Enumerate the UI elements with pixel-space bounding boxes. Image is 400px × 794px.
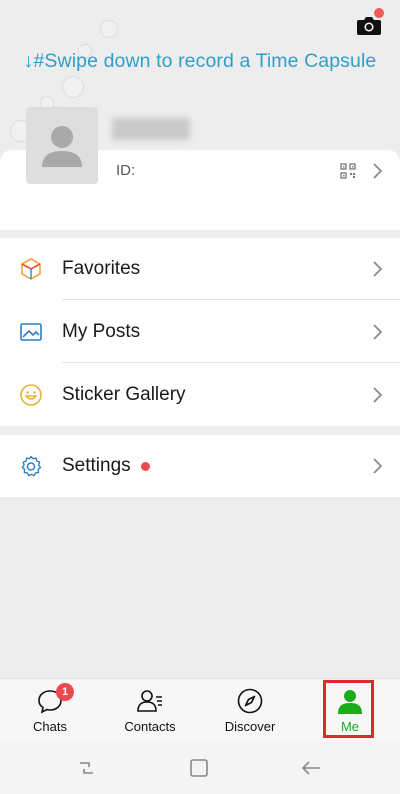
back-arrow-icon[interactable]: [300, 757, 322, 779]
default-avatar-icon: [42, 126, 82, 167]
swipe-hint-text[interactable]: ↓#Swipe down to record a Time Capsule: [0, 50, 400, 73]
cube-icon: [21, 258, 41, 280]
qr-code-icon[interactable]: [340, 163, 356, 179]
chevron-right-icon: [373, 261, 383, 277]
tab-discover[interactable]: Discover: [210, 679, 290, 743]
tab-label: Chats: [33, 719, 67, 734]
compass-icon: [237, 688, 263, 714]
notification-dot: [141, 462, 150, 471]
menu-item-label: Settings: [62, 455, 131, 476]
divider: [62, 362, 400, 363]
gear-icon: [21, 455, 42, 477]
menu-item-sticker-gallery[interactable]: Sticker Gallery: [0, 364, 400, 426]
menu-item-label: Favorites: [62, 258, 141, 279]
profile-name-blurred: [112, 118, 190, 140]
menu-item-label: Sticker Gallery: [62, 384, 186, 405]
menu-item-label: My Posts: [62, 321, 141, 342]
decorative-bubble: [100, 20, 118, 38]
smiley-icon: [20, 384, 42, 406]
menu-item-my-posts[interactable]: My Posts: [0, 301, 400, 363]
home-icon[interactable]: [188, 757, 210, 779]
divider: [62, 299, 400, 300]
system-navigation-bar: [0, 742, 400, 794]
profile-id-label: ID:: [116, 162, 136, 179]
tab-contacts[interactable]: Contacts: [110, 679, 190, 743]
menu-group-settings: Settings: [0, 435, 400, 497]
menu-item-favorites[interactable]: Favorites: [0, 238, 400, 300]
recent-apps-icon[interactable]: [76, 757, 98, 779]
contacts-icon: [137, 690, 162, 712]
menu-group-primary: Favorites My Posts Sticker Gallery: [0, 238, 400, 426]
notification-dot: [374, 8, 384, 18]
menu-item-settings[interactable]: Settings: [0, 435, 400, 497]
image-icon: [20, 323, 42, 341]
chevron-right-icon[interactable]: [370, 162, 384, 180]
chevron-right-icon: [373, 324, 383, 340]
tab-chats[interactable]: 1 Chats: [10, 679, 90, 743]
chevron-right-icon: [373, 387, 383, 403]
avatar[interactable]: [26, 107, 98, 184]
decorative-bubble: [62, 76, 84, 98]
unread-badge: 1: [56, 683, 74, 701]
tab-label: Discover: [224, 719, 276, 734]
tab-label: Contacts: [124, 719, 176, 734]
chevron-right-icon: [373, 458, 383, 474]
highlight-annotation-box: [323, 680, 374, 738]
